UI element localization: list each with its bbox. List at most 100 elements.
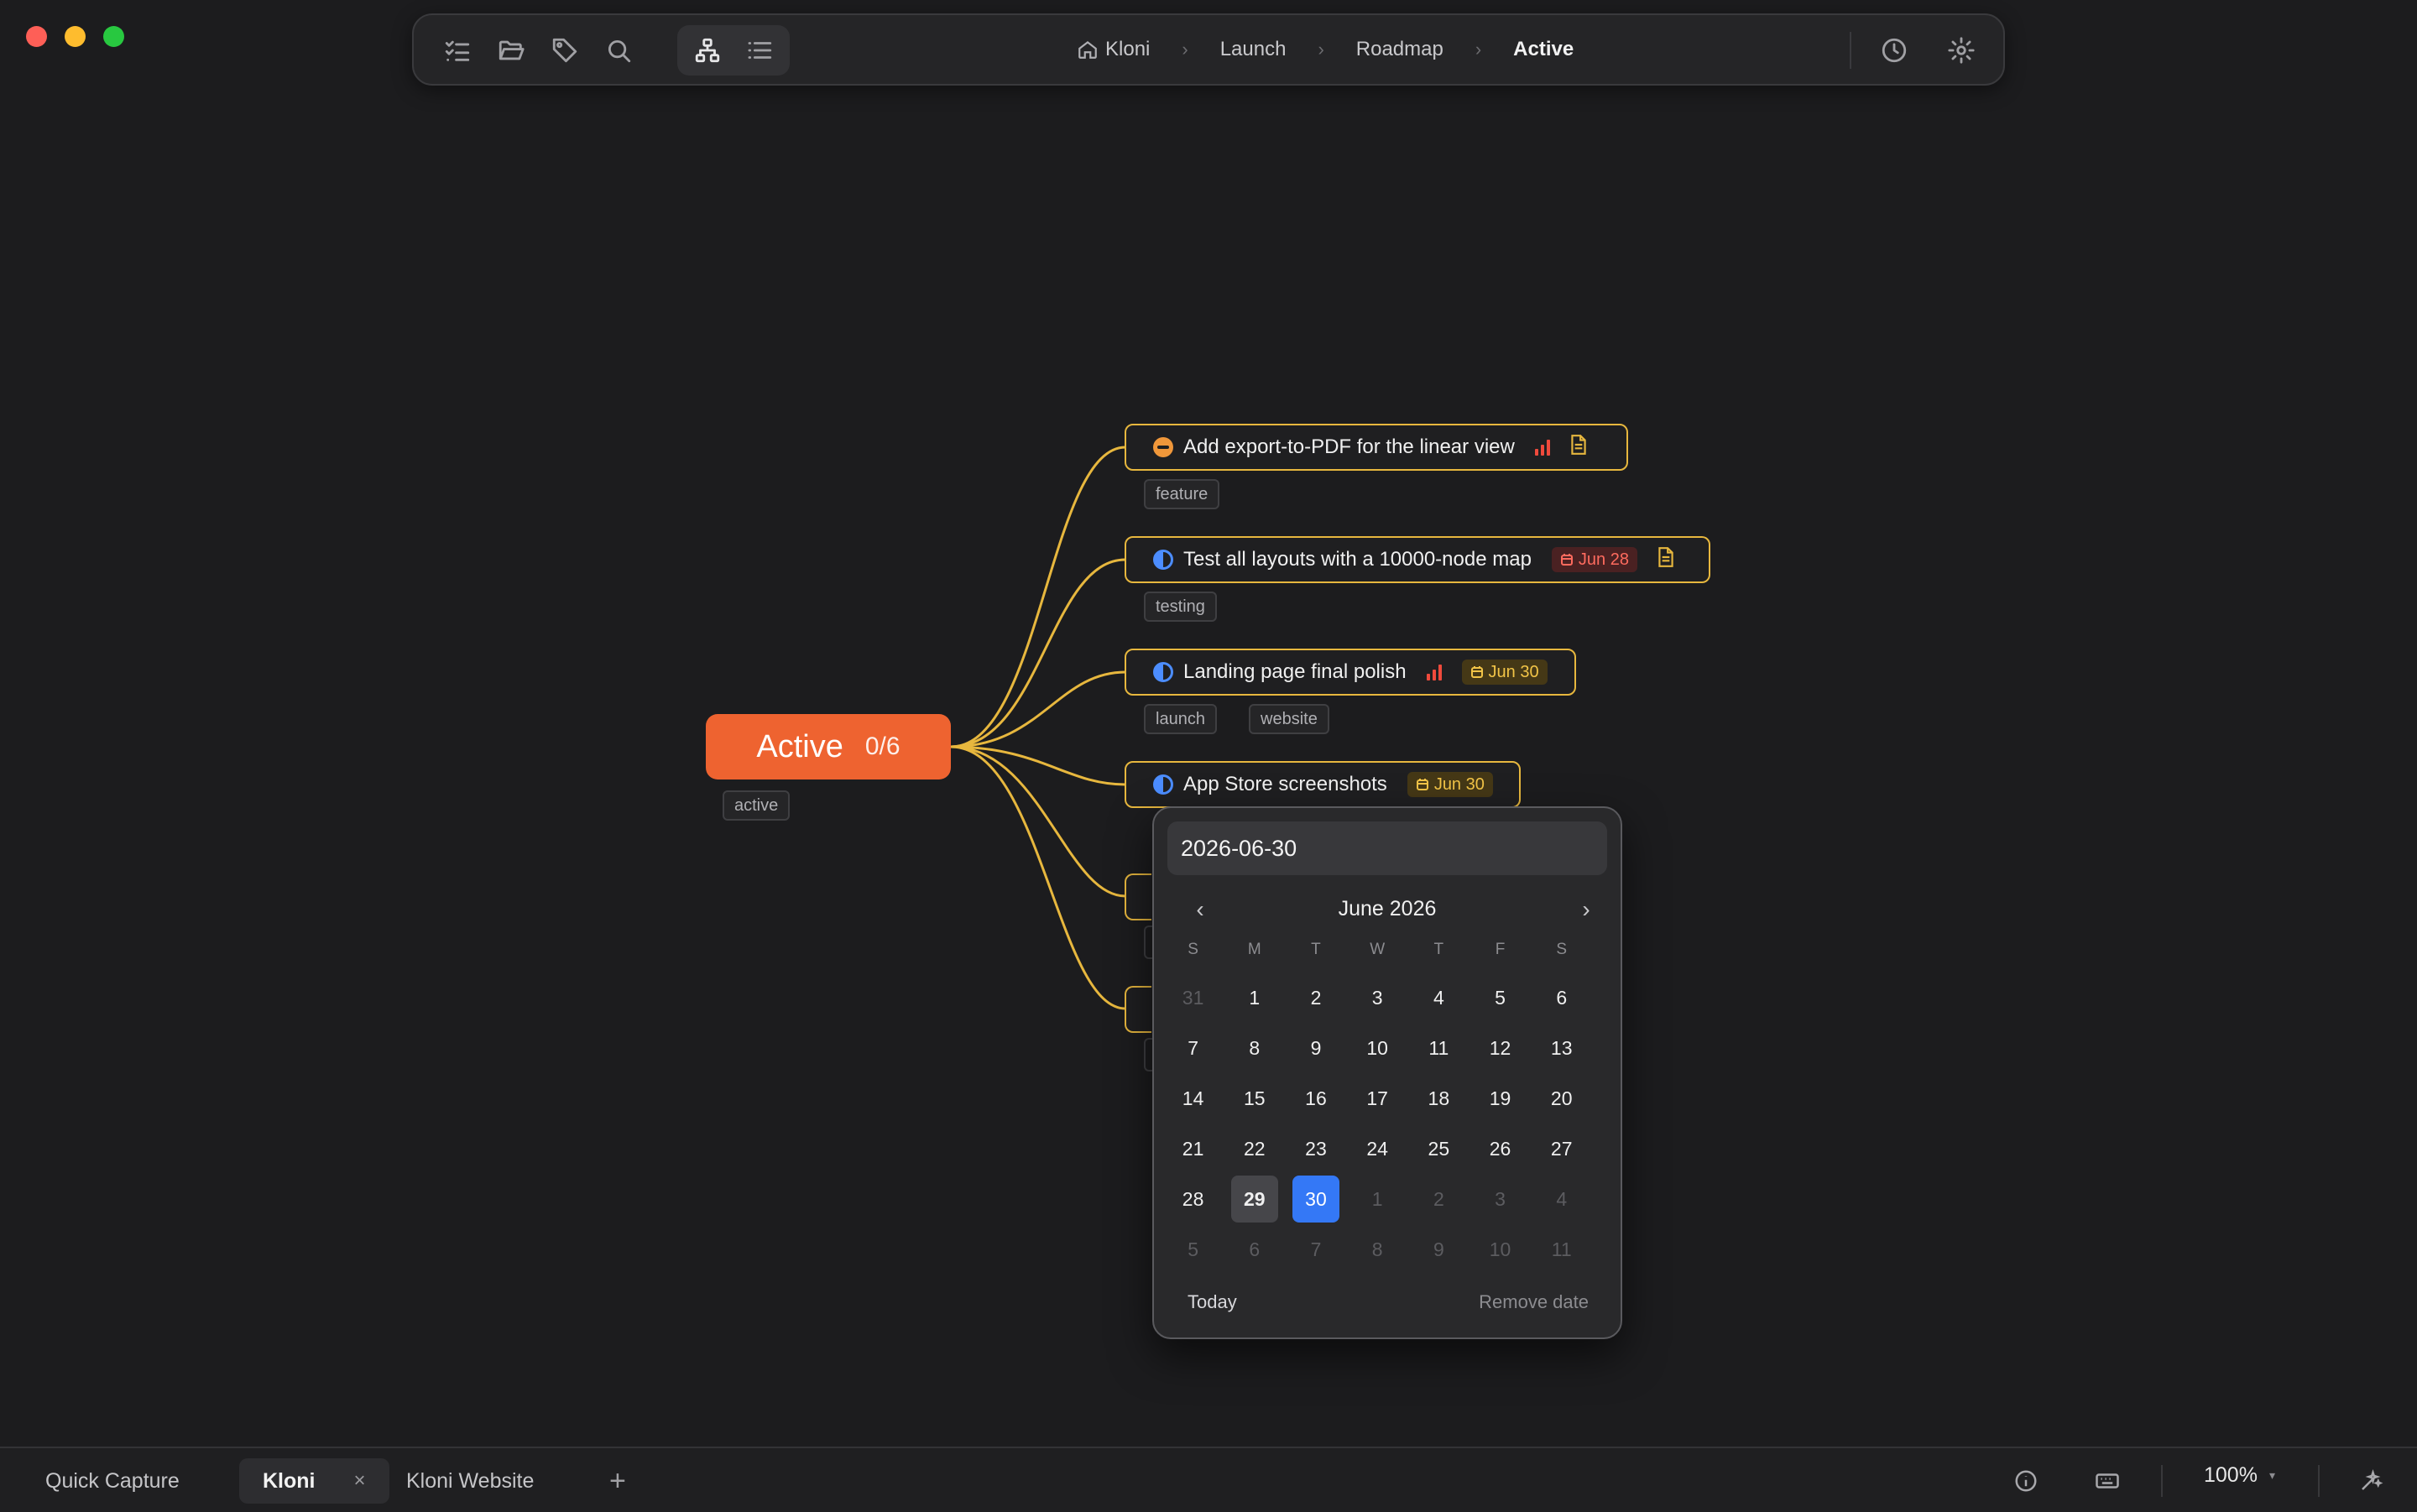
node-hidden[interactable]: [1125, 986, 1151, 1033]
close-window-button[interactable]: [26, 26, 47, 47]
calendar-day[interactable]: 10: [1347, 1025, 1408, 1071]
calendar-day[interactable]: 28: [1162, 1176, 1224, 1223]
settings-icon[interactable]: [1943, 32, 1980, 69]
calendar-day[interactable]: 1: [1224, 974, 1285, 1021]
minimize-window-button[interactable]: [65, 26, 86, 47]
calendar-day-number: 8: [1371, 1238, 1383, 1260]
calendar-day-number: 3: [1371, 986, 1383, 1009]
calendar-day[interactable]: 16: [1285, 1075, 1346, 1122]
history-icon[interactable]: [1876, 32, 1913, 69]
checklist-icon[interactable]: [439, 32, 476, 69]
node-tag[interactable]: website: [1249, 704, 1329, 734]
note-icon[interactable]: [1560, 434, 1589, 461]
node-export-pdf[interactable]: Add export-to-PDF for the linear view: [1125, 424, 1628, 471]
breadcrumb-roadmap[interactable]: Roadmap: [1356, 38, 1443, 61]
calendar-day[interactable]: 3: [1470, 1176, 1531, 1223]
node-tag[interactable]: testing: [1144, 592, 1217, 622]
calendar-day[interactable]: 24: [1347, 1125, 1408, 1172]
note-icon[interactable]: [1647, 546, 1676, 574]
root-node[interactable]: Active 0/6: [706, 714, 951, 779]
breadcrumb-active[interactable]: Active: [1513, 38, 1574, 61]
node-test-layouts[interactable]: Test all layouts with a 10000-node map J…: [1125, 536, 1710, 583]
next-month-button[interactable]: ›: [1574, 896, 1599, 922]
priority-high-icon: [1426, 664, 1442, 680]
zoom-control[interactable]: 100% ▾: [2204, 1463, 2275, 1488]
calendar-day-selected[interactable]: 30: [1285, 1176, 1346, 1223]
calendar-day[interactable]: 6: [1531, 974, 1592, 1021]
search-icon[interactable]: [600, 32, 637, 69]
tab-quick-capture[interactable]: Quick Capture: [45, 1458, 180, 1504]
calendar-day[interactable]: 1: [1347, 1176, 1408, 1223]
due-date-badge[interactable]: Jun 30: [1407, 772, 1493, 797]
keyboard-icon[interactable]: [2093, 1467, 2122, 1495]
calendar-day[interactable]: 3: [1347, 974, 1408, 1021]
calendar-day[interactable]: 23: [1285, 1125, 1346, 1172]
calendar-day[interactable]: 8: [1224, 1025, 1285, 1071]
breadcrumb-kloni[interactable]: Kloni: [1077, 38, 1150, 61]
in-progress-status-icon[interactable]: [1153, 550, 1173, 570]
calendar-day[interactable]: 20: [1531, 1075, 1592, 1122]
due-date-badge[interactable]: Jun 28: [1551, 547, 1637, 572]
mindmap-icon[interactable]: [689, 32, 726, 69]
date-input[interactable]: 2026-06-30: [1167, 821, 1607, 875]
calendar-day[interactable]: 2: [1408, 1176, 1470, 1223]
zoom-window-button[interactable]: [103, 26, 124, 47]
add-tab-button[interactable]: +: [609, 1465, 626, 1498]
calendar-day[interactable]: 19: [1470, 1075, 1531, 1122]
view-switcher: [677, 25, 790, 76]
calendar-day-number: 27: [1550, 1137, 1573, 1160]
folder-icon[interactable]: [493, 32, 530, 69]
calendar-day[interactable]: 11: [1408, 1025, 1470, 1071]
calendar-day[interactable]: 4: [1531, 1176, 1592, 1223]
due-date-badge[interactable]: Jun 30: [1461, 660, 1548, 685]
today-button[interactable]: Today: [1188, 1291, 1237, 1313]
blocked-status-icon[interactable]: [1153, 437, 1173, 457]
calendar-day[interactable]: 18: [1408, 1075, 1470, 1122]
calendar-day[interactable]: 27: [1531, 1125, 1592, 1172]
calendar-day[interactable]: 25: [1408, 1125, 1470, 1172]
ai-sparkle-icon[interactable]: [2357, 1467, 2385, 1495]
node-tag[interactable]: feature: [1144, 479, 1220, 509]
breadcrumb-launch[interactable]: Launch: [1220, 38, 1287, 61]
node-app-store-screenshots[interactable]: App Store screenshots Jun 30: [1125, 761, 1521, 808]
calendar-day[interactable]: 5: [1470, 974, 1531, 1021]
calendar-day[interactable]: 2: [1285, 974, 1346, 1021]
calendar-day[interactable]: 10: [1470, 1226, 1531, 1273]
calendar-day[interactable]: 8: [1347, 1226, 1408, 1273]
calendar-day[interactable]: 9: [1408, 1226, 1470, 1273]
info-icon[interactable]: [2012, 1467, 2040, 1495]
calendar-day[interactable]: 6: [1224, 1226, 1285, 1273]
calendar-day[interactable]: 7: [1162, 1025, 1224, 1071]
calendar-day[interactable]: 12: [1470, 1025, 1531, 1071]
calendar-day[interactable]: 13: [1531, 1025, 1592, 1071]
node-tag[interactable]: launch: [1144, 704, 1217, 734]
remove-date-button[interactable]: Remove date: [1479, 1291, 1589, 1313]
calendar-day[interactable]: 9: [1285, 1025, 1346, 1071]
calendar-day[interactable]: 22: [1224, 1125, 1285, 1172]
calendar-day[interactable]: 5: [1162, 1226, 1224, 1273]
list-icon[interactable]: [741, 32, 778, 69]
calendar-day[interactable]: 15: [1224, 1075, 1285, 1122]
calendar-day-number: 9: [1310, 1036, 1322, 1059]
tab-kloni[interactable]: Kloni ×: [239, 1458, 389, 1504]
calendar-day-number: 7: [1188, 1036, 1198, 1059]
calendar-week-row: 21 22 23 24 25 26 27: [1162, 1125, 1612, 1172]
root-tag[interactable]: active: [723, 790, 791, 821]
close-tab-icon[interactable]: ×: [354, 1469, 366, 1493]
calendar-day[interactable]: 21: [1162, 1125, 1224, 1172]
calendar-day[interactable]: 31: [1162, 974, 1224, 1021]
node-hidden[interactable]: [1125, 873, 1151, 920]
calendar-day[interactable]: 17: [1347, 1075, 1408, 1122]
node-landing-page[interactable]: Landing page final polish Jun 30: [1125, 649, 1576, 696]
tab-kloni-website[interactable]: Kloni Website: [406, 1458, 534, 1504]
tag-icon[interactable]: [546, 32, 583, 69]
calendar-day-today[interactable]: 29: [1224, 1176, 1285, 1223]
calendar-day[interactable]: 14: [1162, 1075, 1224, 1122]
calendar-day[interactable]: 7: [1285, 1226, 1346, 1273]
in-progress-status-icon[interactable]: [1153, 774, 1173, 795]
calendar-day[interactable]: 4: [1408, 974, 1470, 1021]
calendar-day[interactable]: 11: [1531, 1226, 1592, 1273]
toolbar-divider: [1850, 32, 1851, 69]
calendar-day[interactable]: 26: [1470, 1125, 1531, 1172]
in-progress-status-icon[interactable]: [1153, 662, 1173, 682]
